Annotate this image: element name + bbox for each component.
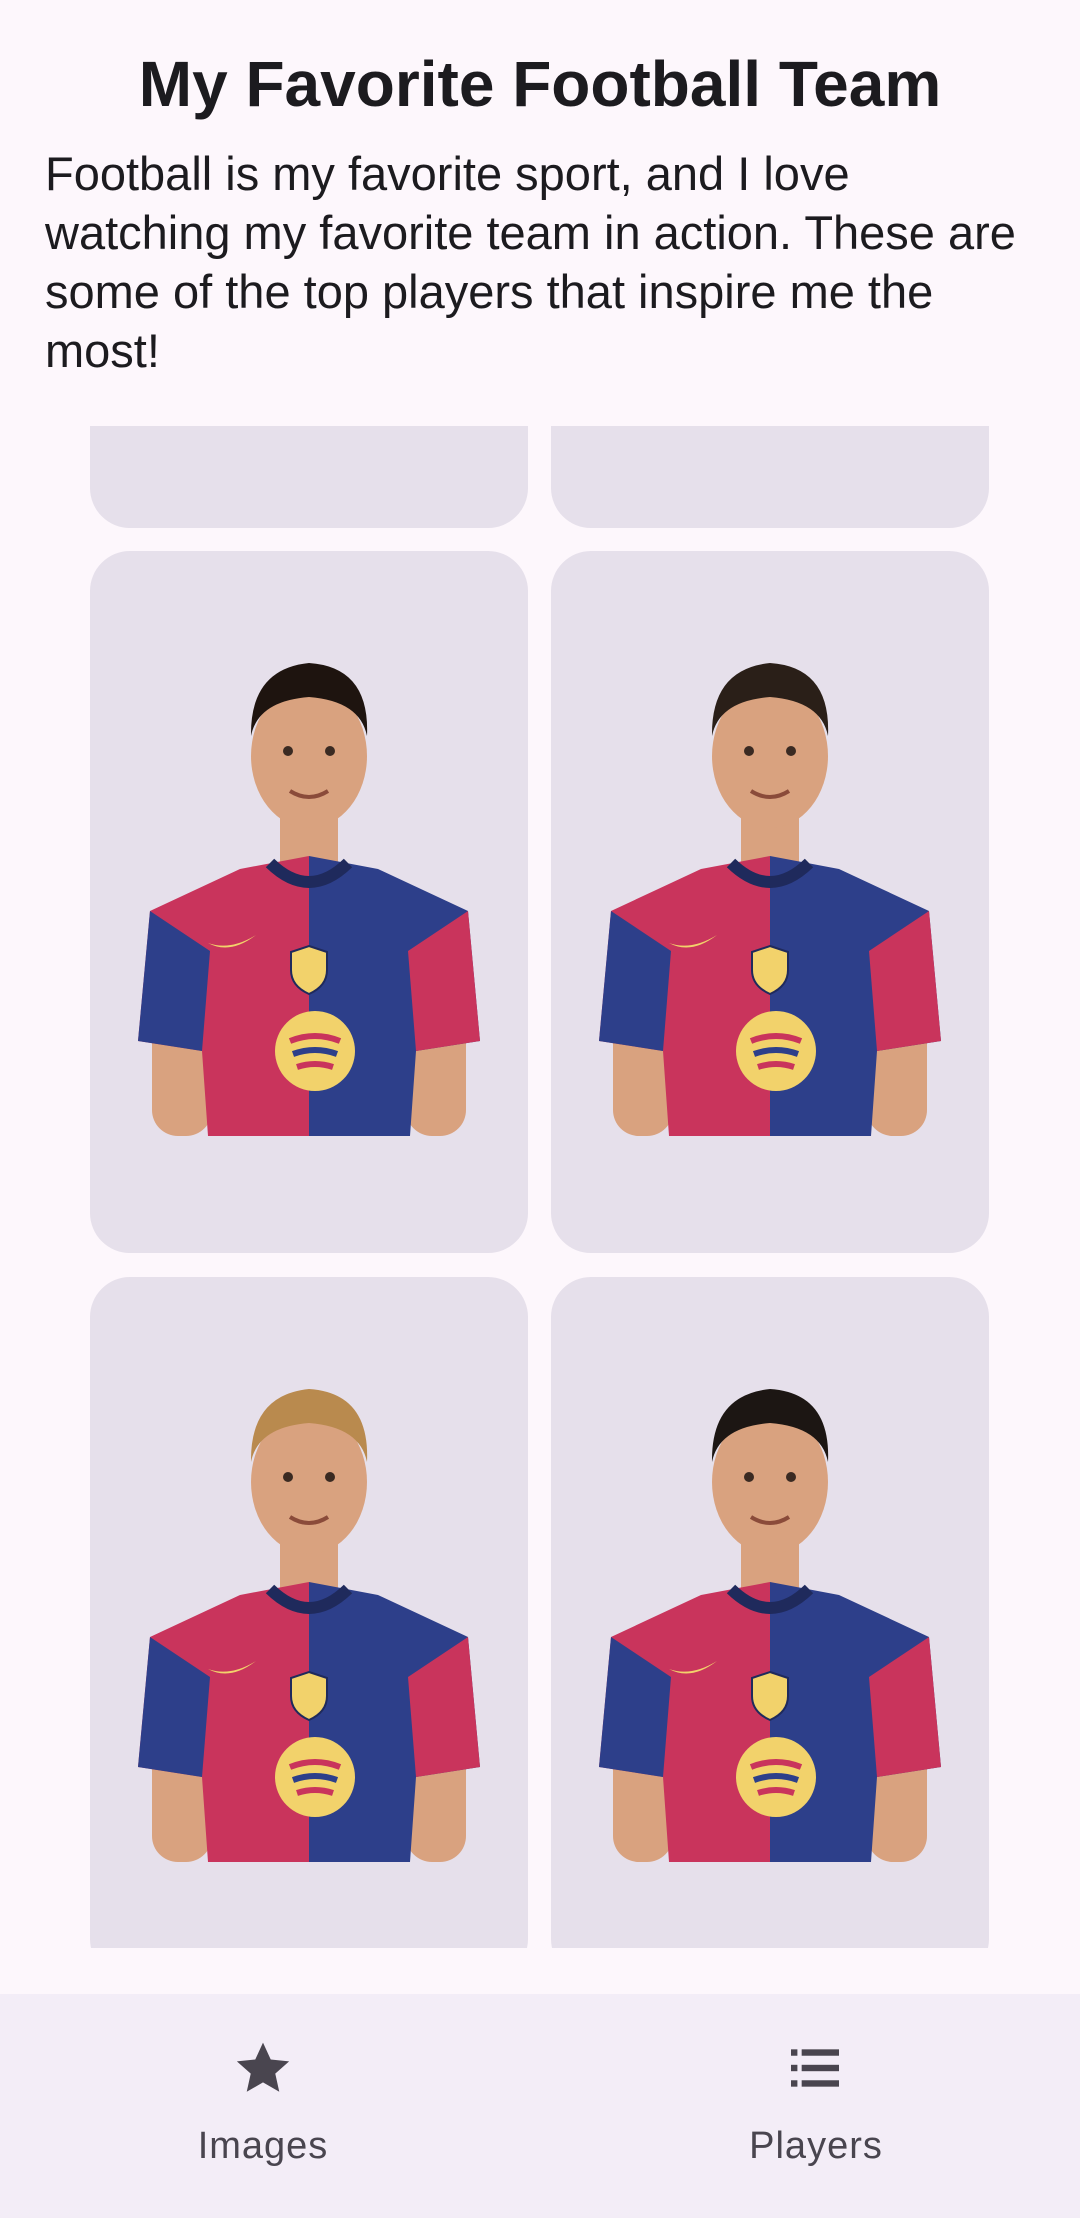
nav-item-images[interactable]: Images xyxy=(0,1994,540,2218)
player-card[interactable] xyxy=(90,551,528,1253)
bottom-navigation: Images Players xyxy=(0,1994,1080,2218)
nav-label-players: Players xyxy=(749,2125,883,2167)
player-photo xyxy=(551,551,989,1253)
star-icon xyxy=(236,2042,290,2092)
intro-text: Football is my favorite sport, and I lov… xyxy=(45,147,1016,377)
player-card[interactable] xyxy=(90,426,528,528)
nav-item-players[interactable]: Players xyxy=(540,1994,1080,2218)
player-card[interactable] xyxy=(551,551,989,1253)
page-title: My Favorite Football Team xyxy=(138,48,942,120)
nav-label-images: Images xyxy=(197,2125,329,2167)
player-card[interactable] xyxy=(90,1277,528,1948)
list-icon xyxy=(791,2049,839,2087)
player-photo xyxy=(90,551,528,1253)
player-photo xyxy=(90,1277,528,1948)
player-photo xyxy=(551,1277,989,1948)
players-grid[interactable] xyxy=(0,426,1080,1948)
player-card[interactable] xyxy=(551,1277,989,1948)
player-card[interactable] xyxy=(551,426,989,528)
app-screen: My Favorite Football Team Football is my… xyxy=(0,0,1080,2218)
